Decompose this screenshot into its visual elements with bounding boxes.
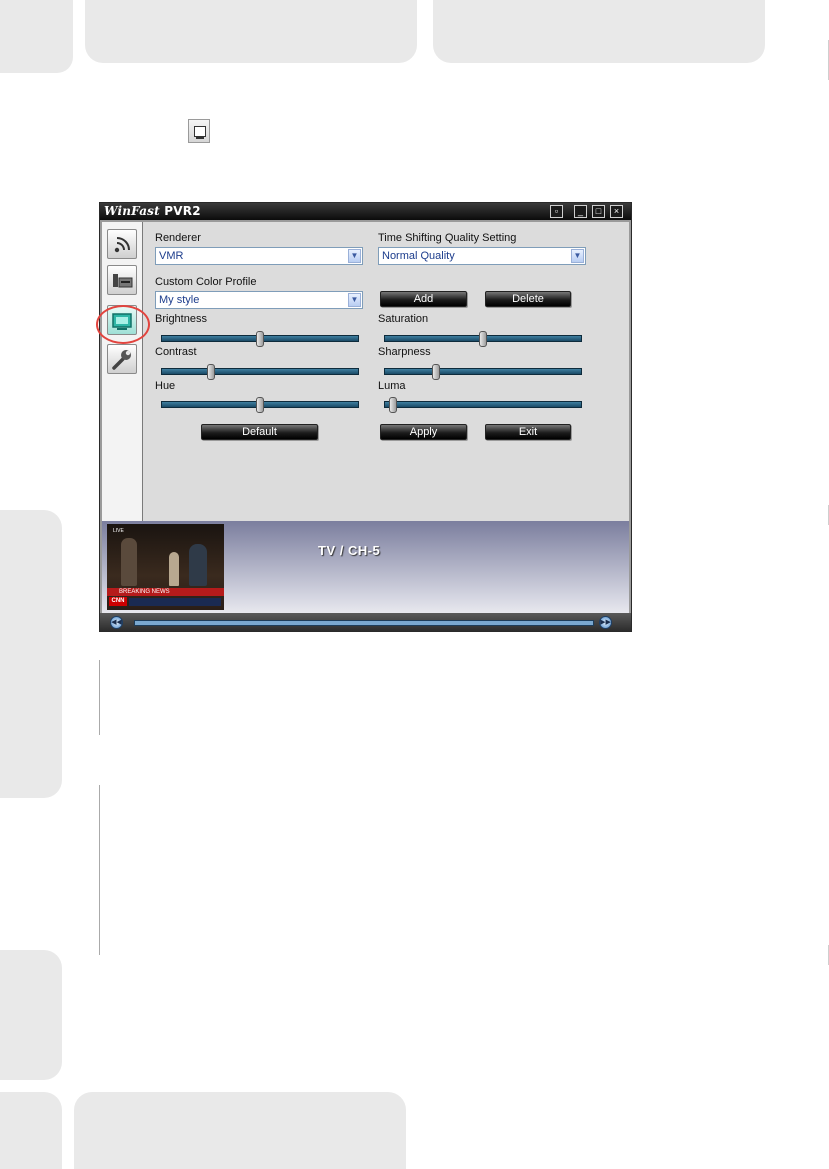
restore-icon[interactable]: ▫: [550, 205, 563, 218]
display-settings-icon: [188, 119, 210, 143]
page-tab-left-middle: [0, 510, 62, 798]
page-tab-top-right: [433, 0, 765, 63]
add-button[interactable]: Add: [380, 291, 467, 307]
highlight-circle: [96, 305, 150, 344]
profile-select[interactable]: My style ▼: [155, 291, 363, 309]
ticker-bar: [129, 598, 221, 606]
sidebar: [102, 222, 143, 521]
seek-bar: ◀◀ ▶▶: [100, 613, 631, 631]
sharpness-slider-thumb[interactable]: [432, 364, 440, 380]
wrench-icon[interactable]: [107, 344, 137, 374]
brightness-slider-thumb[interactable]: [256, 331, 264, 347]
luma-slider[interactable]: [384, 397, 582, 413]
network-logo: CNN: [109, 597, 127, 606]
saturation-slider[interactable]: [384, 331, 582, 347]
luma-slider-thumb[interactable]: [389, 397, 397, 413]
person-figure: [169, 552, 179, 586]
renderer-label: Renderer: [155, 232, 201, 244]
page-tab-top-middle: [85, 0, 417, 63]
chevron-down-icon[interactable]: ▼: [348, 249, 361, 263]
channel-label: TV / CH-5: [318, 543, 381, 558]
delete-button[interactable]: Delete: [485, 291, 571, 307]
saturation-label: Saturation: [378, 313, 429, 325]
person-figure: [121, 538, 137, 586]
rewind-icon[interactable]: ◀◀: [110, 616, 123, 629]
apply-button[interactable]: Apply: [380, 424, 467, 440]
maximize-icon[interactable]: □: [592, 205, 605, 218]
antenna-icon[interactable]: [107, 229, 137, 259]
chevron-down-icon[interactable]: ▼: [348, 293, 361, 307]
video-preview[interactable]: LIVE BREAKING NEWS CNN: [107, 524, 224, 610]
brightness-slider[interactable]: [161, 331, 359, 347]
app-window: WinFast PVR2 ▫ _ □ × Renderer VMR ▼ Time…: [99, 202, 632, 632]
luma-label: Luma: [378, 380, 406, 392]
card-icon[interactable]: [107, 265, 137, 295]
close-icon[interactable]: ×: [610, 205, 623, 218]
page-tab-left-lower: [0, 950, 62, 1080]
sharpness-label: Sharpness: [378, 346, 431, 358]
page-tab-top-left: [0, 0, 73, 73]
hue-slider[interactable]: [161, 397, 359, 413]
default-button[interactable]: Default: [201, 424, 318, 440]
page-tab-left-bottom: [0, 1092, 62, 1169]
hue-label: Hue: [155, 380, 176, 392]
margin-rule: [99, 660, 100, 735]
person-figure: [189, 544, 207, 586]
profile-label: Custom Color Profile: [155, 276, 257, 288]
sharpness-slider[interactable]: [384, 364, 582, 380]
title-bar[interactable]: WinFast PVR2 ▫ _ □ ×: [100, 203, 631, 220]
app-title: WinFast PVR2: [104, 204, 201, 218]
hue-slider-thumb[interactable]: [256, 397, 264, 413]
contrast-slider-thumb[interactable]: [207, 364, 215, 380]
minimize-icon[interactable]: _: [574, 205, 587, 218]
seek-track[interactable]: [134, 620, 594, 626]
news-banner: BREAKING NEWS: [107, 588, 224, 596]
chevron-down-icon[interactable]: ▼: [571, 249, 584, 263]
brightness-label: Brightness: [155, 313, 207, 325]
saturation-slider-thumb[interactable]: [479, 331, 487, 347]
live-tag: LIVE: [113, 528, 124, 534]
page-tab-bottom-middle: [74, 1092, 406, 1169]
quality-label: Time Shifting Quality Setting: [378, 232, 517, 244]
settings-panel: Renderer VMR ▼ Time Shifting Quality Sett…: [143, 222, 629, 521]
margin-rule: [99, 785, 100, 955]
contrast-slider[interactable]: [161, 364, 359, 380]
preview-panel: LIVE BREAKING NEWS CNN TV / CH-5: [102, 521, 629, 613]
quality-select[interactable]: Normal Quality ▼: [378, 247, 586, 265]
renderer-select[interactable]: VMR ▼: [155, 247, 363, 265]
exit-button[interactable]: Exit: [485, 424, 571, 440]
contrast-label: Contrast: [155, 346, 197, 358]
fast-forward-icon[interactable]: ▶▶: [599, 616, 612, 629]
